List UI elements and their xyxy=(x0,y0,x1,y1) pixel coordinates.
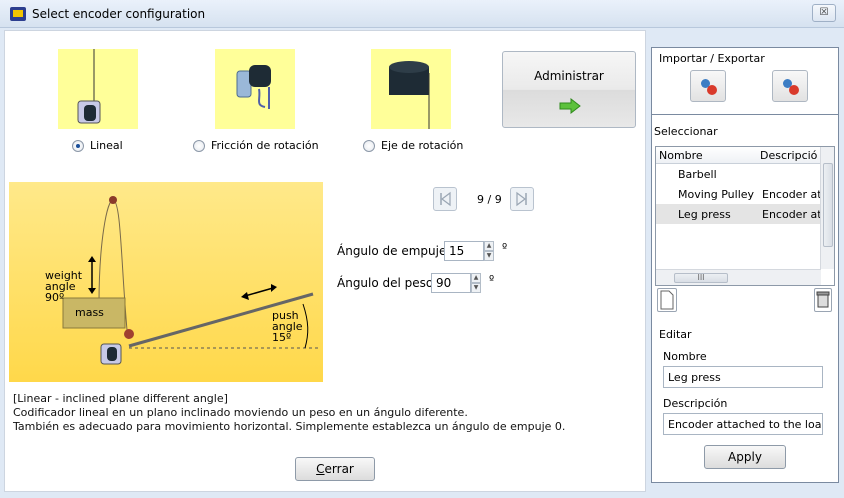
description-title: [Linear - inclined plane different angle… xyxy=(13,392,228,405)
page-counter: 9 / 9 xyxy=(477,193,502,206)
mode-axis-label: Eje de rotación xyxy=(381,139,464,152)
cerrar-label: errar xyxy=(324,462,354,476)
cerrar-accelerator: C xyxy=(316,462,325,476)
friction-encoder-icon xyxy=(236,65,271,109)
radio-indicator[interactable] xyxy=(72,139,84,152)
push-angle-input[interactable]: 15 xyxy=(444,241,484,261)
scroll-thumb[interactable] xyxy=(823,163,833,247)
mode-linear-label: Lineal xyxy=(90,139,123,152)
weight-angle-label: Ángulo del peso xyxy=(337,276,434,290)
mass-label: mass xyxy=(75,306,104,319)
name-field[interactable]: Leg press xyxy=(663,366,823,388)
encoder-diagram: weight angle 90º mass push angle 15º xyxy=(9,182,323,382)
green-arrow-right-icon xyxy=(559,98,581,114)
skip-first-icon xyxy=(440,191,451,207)
stepper-up[interactable]: ▲ xyxy=(484,241,494,251)
push-angle-stepper[interactable]: ▲ ▼ xyxy=(484,241,494,261)
description-field-label: Descripción xyxy=(663,397,728,410)
weight-angle-label: weight angle 90º xyxy=(45,269,83,304)
friction-encoder-thumbnail[interactable] xyxy=(215,49,295,129)
description-line-1: Codificador lineal en un plano inclinado… xyxy=(13,406,468,419)
stepper-down[interactable]: ▼ xyxy=(471,283,481,293)
configuration-pane: Lineal Fricción de rotación Eje de rotac… xyxy=(4,30,646,492)
import-button[interactable] xyxy=(690,70,726,102)
mode-friction-radio[interactable]: Fricción de rotación xyxy=(193,139,319,152)
cerrar-button[interactable]: Cerrar xyxy=(295,457,375,481)
mode-axis-radio[interactable]: Eje de rotación xyxy=(363,139,463,152)
last-item-button[interactable] xyxy=(510,187,534,211)
skip-last-icon xyxy=(516,191,527,207)
horizontal-scrollbar[interactable]: III xyxy=(656,269,821,285)
stepper-up[interactable]: ▲ xyxy=(471,273,481,283)
edit-label: Editar xyxy=(659,328,692,341)
radio-indicator[interactable] xyxy=(193,139,205,152)
export-icon-accent xyxy=(789,85,799,95)
list-header: Nombre Descripción xyxy=(656,147,834,164)
administrar-label: Administrar xyxy=(534,69,604,83)
encoder-list[interactable]: Nombre Descripción Barbell Moving Pulley… xyxy=(655,146,835,286)
row-name: Barbell xyxy=(678,168,717,181)
select-label: Seleccionar xyxy=(654,125,718,138)
name-field-label: Nombre xyxy=(663,350,707,363)
list-item[interactable]: Moving Pulley Encoder attached to xyxy=(656,184,821,204)
title-bar: Select encoder configuration ☒ xyxy=(0,0,844,28)
linear-encoder-icon xyxy=(77,49,101,124)
window-title: Select encoder configuration xyxy=(32,7,206,21)
apply-button[interactable]: Apply xyxy=(704,445,786,469)
vertical-scrollbar[interactable] xyxy=(820,147,834,269)
import-export-label: Importar / Exportar xyxy=(659,52,765,65)
window-close-button[interactable]: ☒ xyxy=(812,4,836,22)
first-item-button[interactable] xyxy=(433,187,457,211)
list-item-selected[interactable]: Leg press Encoder attached to xyxy=(656,204,821,224)
import-icon-accent xyxy=(707,85,717,95)
row-name: Moving Pulley xyxy=(678,188,755,201)
axis-encoder-thumbnail[interactable] xyxy=(371,49,451,129)
app-icon xyxy=(10,7,26,21)
mode-linear-radio[interactable]: Lineal xyxy=(72,139,123,152)
administrar-button[interactable]: Administrar xyxy=(502,51,636,128)
mode-friction-label: Fricción de rotación xyxy=(211,139,319,152)
stepper-down[interactable]: ▼ xyxy=(484,251,494,261)
push-angle-label: Ángulo de empuje xyxy=(337,244,447,258)
radio-indicator[interactable] xyxy=(363,139,375,152)
new-button[interactable] xyxy=(657,288,677,312)
axis-encoder-icon xyxy=(389,61,430,129)
new-document-icon xyxy=(660,290,674,310)
push-angle-unit: º xyxy=(502,241,508,254)
column-name[interactable]: Nombre xyxy=(659,149,703,162)
row-description: Encoder attached to xyxy=(762,208,821,221)
description-line-2: También es adecuado para movimiento hori… xyxy=(13,420,566,433)
row-name: Leg press xyxy=(678,208,731,221)
list-item[interactable]: Barbell xyxy=(656,164,821,184)
right-panel: Importar / Exportar Seleccionar Nombre D… xyxy=(651,47,839,483)
linear-encoder-thumbnail[interactable] xyxy=(58,49,138,129)
weight-angle-unit: º xyxy=(489,273,495,286)
scroll-thumb[interactable]: III xyxy=(674,273,728,283)
weight-angle-stepper[interactable]: ▲ ▼ xyxy=(471,273,481,293)
push-angle-label: push angle 15º xyxy=(272,309,303,344)
export-button[interactable] xyxy=(772,70,808,102)
divider xyxy=(652,114,838,115)
column-description[interactable]: Descripción xyxy=(760,149,818,162)
weight-angle-input[interactable]: 90 xyxy=(431,273,471,293)
delete-button[interactable] xyxy=(814,288,832,312)
description-field[interactable]: Encoder attached to the load xyxy=(663,413,823,435)
row-description: Encoder attached to xyxy=(762,188,821,201)
trash-icon xyxy=(816,291,830,308)
